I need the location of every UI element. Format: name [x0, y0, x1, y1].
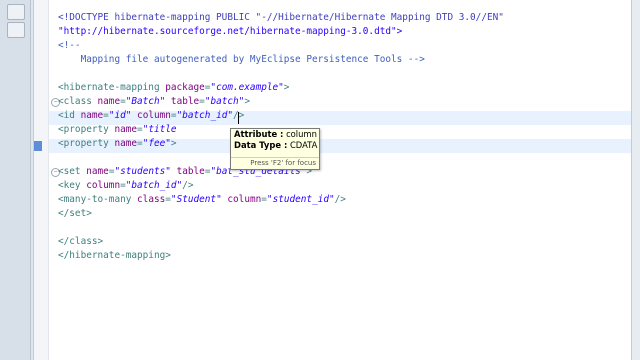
xml-attribute: name [80, 110, 104, 121]
xml-comment: <!-- [58, 40, 81, 51]
xml-attribute: name [97, 96, 121, 107]
xml-value: "student_id" [266, 194, 335, 205]
minimize-icon[interactable] [7, 4, 25, 20]
xml-tag: <key [58, 180, 87, 191]
xml-tag: <property [58, 124, 115, 135]
code-line[interactable]: "http://hibernate.sourceforge.net/hibern… [58, 25, 402, 39]
xml-tag: </set> [58, 208, 92, 219]
code-line[interactable]: <!-- [58, 39, 81, 53]
xml-tag: <many-to-many [58, 194, 138, 205]
xml-value: "batch" [204, 96, 245, 107]
code-line[interactable]: </hibernate-mapping> [58, 249, 171, 263]
tooltip-attribute-value: column [283, 129, 317, 139]
xml-tag: <id [58, 110, 81, 121]
xml-editor[interactable]: − − <!DOCTYPE hibernate-mapping PUBLIC "… [33, 0, 632, 360]
tooltip-datatype-value: CDATA [287, 140, 318, 150]
xml-tag: <class [58, 96, 98, 107]
code-line[interactable]: <many-to-many class="Student" column="st… [58, 193, 346, 207]
editor-ruler [34, 0, 49, 360]
tooltip-attribute-key: Attribute : [234, 129, 284, 139]
xml-value: "Student" [170, 194, 222, 205]
xml-value: "students" [114, 166, 171, 177]
code-line[interactable]: <property name="fee"> [58, 137, 177, 151]
code-line[interactable]: </set> [58, 207, 92, 221]
code-line[interactable]: <property name="title [58, 123, 177, 137]
overview-ruler [631, 0, 640, 360]
xml-attribute: name [86, 166, 109, 177]
dtd-url: "http://hibernate.sourceforge.net/hibern… [58, 26, 403, 37]
xml-attribute: column [86, 180, 121, 191]
left-panel-strip [0, 0, 31, 360]
xml-tag: <set [58, 166, 87, 177]
xml-value: "fee" [142, 138, 171, 149]
tooltip-datatype-key: Data Type : [234, 140, 288, 150]
xml-attribute: name [114, 124, 138, 135]
xml-tag-close: /> [182, 180, 194, 191]
xml-tag-close: > [283, 82, 290, 93]
restore-icon[interactable] [7, 22, 25, 38]
change-marker-icon [34, 141, 42, 151]
xml-attribute: name [114, 138, 138, 149]
xml-tag-close: > [244, 96, 250, 107]
xml-value: "Batch" [125, 96, 166, 107]
xml-comment: Mapping file autogenerated by MyEclipse … [58, 54, 425, 65]
xml-attribute: table [170, 96, 200, 107]
xml-value: "batch_id" [125, 180, 183, 191]
xml-value: "com.example" [210, 82, 284, 93]
xml-tag-close: /> [334, 194, 346, 205]
xml-attribute: table [176, 166, 205, 177]
xml-tag: </class> [58, 236, 104, 247]
doctype-text: <!DOCTYPE hibernate-mapping PUBLIC "-//H… [58, 12, 504, 23]
text-caret [238, 112, 239, 124]
xml-value: "id" [108, 110, 132, 121]
code-line[interactable]: </class> [58, 235, 103, 249]
tooltip-footer: Press 'F2' for focus [231, 157, 319, 169]
xml-attribute: package [165, 82, 205, 93]
code-line[interactable]: <key column="batch_id"/> [58, 179, 194, 193]
code-line[interactable]: <id name="id" column="batch_id"/> [58, 109, 244, 123]
xml-attribute: column [137, 110, 171, 121]
xml-tag-close: > [170, 138, 177, 149]
code-line[interactable]: Mapping file autogenerated by MyEclipse … [58, 53, 425, 67]
xml-value: "title [142, 124, 177, 135]
xml-attribute: column [227, 194, 262, 205]
xml-tag: </hibernate-mapping> [58, 250, 171, 261]
xml-tag: <property [58, 138, 115, 149]
xml-value: "batch_id" [176, 110, 234, 121]
xml-attribute: class [137, 194, 166, 205]
code-line[interactable]: <hibernate-mapping package="com.example"… [58, 81, 289, 95]
hover-tooltip: Attribute : column Data Type : CDATA Pre… [230, 128, 320, 170]
xml-tag: <hibernate-mapping [58, 82, 166, 93]
code-line[interactable]: <class name="Batch" table="batch"> [58, 95, 250, 109]
code-line[interactable]: <!DOCTYPE hibernate-mapping PUBLIC "-//H… [58, 11, 504, 25]
